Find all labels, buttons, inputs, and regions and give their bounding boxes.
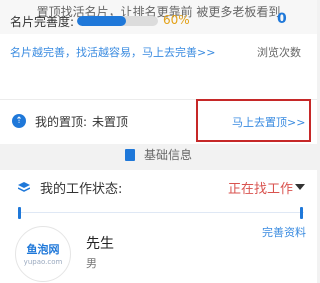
pin-label: 我的置顶: [35,115,88,129]
section-header: 基础信息 [0,144,317,164]
completeness-label: 名片完善度: [10,15,75,29]
completeness-percent: 60% [163,13,190,27]
divider-line [18,212,304,213]
divider-left-handle [18,207,21,219]
profile-name: 先生 [86,236,114,252]
chevron-down-icon[interactable] [295,184,305,190]
profile-gender: 男 [86,257,97,270]
views-count: 0 [277,11,287,27]
work-status-value[interactable]: 正在找工作 [228,178,293,197]
pin-value: 未置顶 [92,115,129,129]
section-title: 基础信息 [144,148,193,162]
pin-now-button[interactable]: 马上去置顶>> [232,114,305,130]
logo-subtext: yupao.com [23,258,63,266]
work-status-label: 我的工作状态: [40,182,123,197]
avatar[interactable]: 鱼泡网 yupao.com [15,226,71,282]
complete-profile-button[interactable]: 完善资料 [262,224,306,240]
logo-text: 鱼泡网 [26,243,60,256]
complete-profile-link[interactable]: 名片越完善，找活越容易，马上去完善>> [10,44,215,60]
divider-right-handle [300,207,303,219]
progress-fill [77,16,126,26]
upload-pin-icon: ⇡ [12,114,26,128]
views-label: 浏览次数 [257,46,301,59]
divider-track [18,207,304,219]
completeness-progress-bar [77,16,158,26]
layers-icon [18,182,30,192]
document-icon [124,148,135,161]
